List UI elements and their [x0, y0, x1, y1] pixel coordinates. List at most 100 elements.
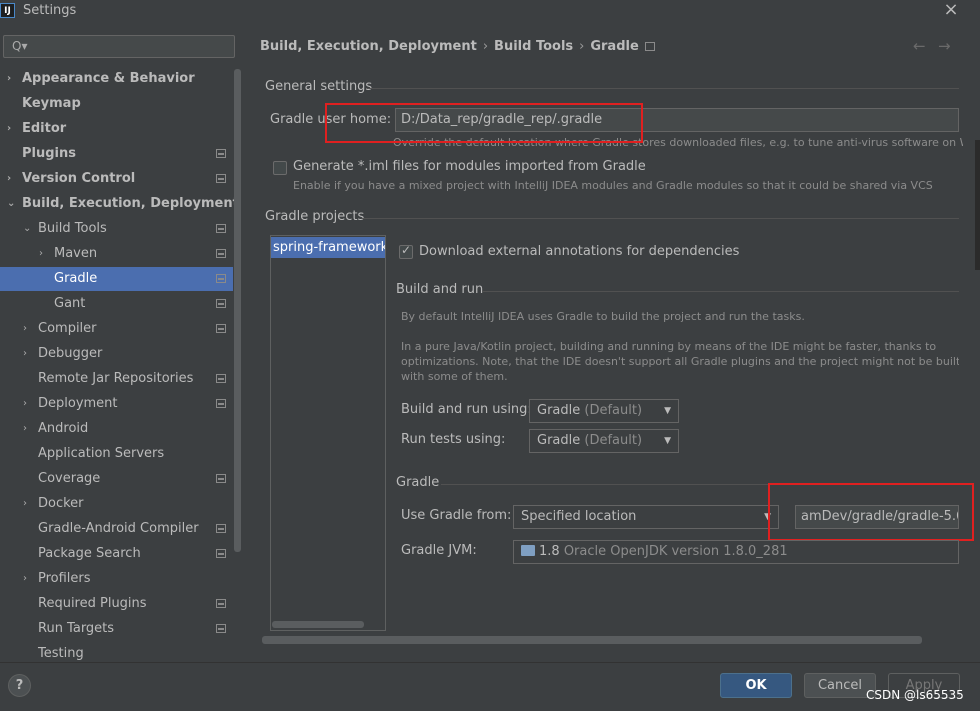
search-icon: Q▾ — [12, 39, 28, 53]
chevron-down-icon[interactable]: ⌄ — [23, 217, 31, 241]
build-and-run-title: Build and run — [396, 282, 484, 297]
sidebar-item-label: Run Targets — [38, 621, 115, 636]
project-scope-icon — [216, 224, 226, 233]
sidebar-item-maven[interactable]: › Maven — [0, 242, 233, 266]
sidebar-item-label: Package Search — [38, 546, 141, 561]
use-gradle-from-select[interactable]: Specified location ▼ — [513, 505, 779, 529]
background-window-edge — [975, 140, 980, 270]
chevron-right-icon[interactable]: › — [23, 317, 27, 341]
chevron-right-icon[interactable]: › — [39, 242, 43, 266]
download-annotations-label: Download external annotations for depend… — [419, 244, 740, 259]
build-run-using-select[interactable]: Gradle (Default) ▼ — [529, 399, 679, 423]
sidebar-item-android[interactable]: › Android — [0, 417, 233, 441]
sidebar-item-version-control[interactable]: › Version Control — [0, 167, 233, 191]
settings-search-input[interactable]: Q▾ — [3, 35, 235, 58]
chevron-right-icon[interactable]: › — [23, 567, 27, 591]
sidebar-item-label: Debugger — [38, 346, 103, 361]
use-gradle-from-value: Specified location — [521, 509, 637, 524]
project-scope-icon — [644, 42, 655, 51]
sidebar-item-application-servers[interactable]: Application Servers — [0, 442, 233, 466]
sidebar-item-label: Android — [38, 421, 89, 436]
download-annotations-checkbox[interactable] — [399, 243, 413, 259]
chevron-right-icon[interactable]: › — [7, 67, 11, 91]
gradle-jvm-select[interactable]: 1.8 Oracle OpenJDK version 1.8.0_281 — [513, 540, 959, 564]
sidebar-item-run-targets[interactable]: Run Targets — [0, 617, 233, 641]
run-tests-using-default: (Default) — [584, 433, 643, 448]
sidebar-scrollbar[interactable] — [234, 69, 241, 552]
sidebar-item-gradle[interactable]: Gradle — [0, 267, 233, 291]
chevron-right-icon[interactable]: › — [7, 167, 11, 191]
project-scope-icon — [216, 274, 226, 283]
sidebar-item-build-execution-deployment[interactable]: ⌄ Build, Execution, Deployment — [0, 192, 239, 216]
sidebar-item-debugger[interactable]: › Debugger — [0, 342, 233, 366]
sidebar-item-label: Required Plugins — [38, 596, 147, 611]
gradle-project-item[interactable]: spring-framework-5 — [271, 237, 385, 258]
project-scope-icon — [216, 399, 226, 408]
sidebar-item-coverage[interactable]: Coverage — [0, 467, 233, 491]
project-scope-icon — [216, 474, 226, 483]
section-divider — [367, 88, 959, 89]
forward-arrow-icon[interactable]: → — [938, 37, 951, 55]
general-settings-title: General settings — [265, 79, 373, 94]
sidebar-item-gant[interactable]: Gant — [0, 292, 233, 316]
chevron-right-icon[interactable]: › — [7, 117, 11, 141]
project-scope-icon — [216, 249, 226, 258]
csdn-watermark: CSDN @ls65535 — [866, 688, 964, 702]
folder-icon — [521, 545, 535, 556]
build-and-run-hint: with some of them. — [401, 370, 508, 383]
run-tests-using-select[interactable]: Gradle (Default) ▼ — [529, 429, 679, 453]
project-scope-icon — [216, 524, 226, 533]
sidebar-item-build-tools[interactable]: ⌄ Build Tools — [0, 217, 233, 241]
gradle-jvm-detail: Oracle OpenJDK version 1.8.0_281 — [563, 544, 788, 559]
project-scope-icon — [216, 549, 226, 558]
close-icon[interactable]: × — [942, 0, 960, 20]
chevron-right-icon[interactable]: › — [23, 392, 27, 416]
sidebar-item-compiler[interactable]: › Compiler — [0, 317, 233, 341]
sidebar-item-package-search[interactable]: Package Search — [0, 542, 233, 566]
build-and-run-hint: In a pure Java/Kotlin project, building … — [401, 340, 937, 353]
generate-iml-checkbox[interactable] — [273, 161, 287, 175]
sidebar-item-label: Editor — [22, 121, 67, 136]
sidebar-item-label: Plugins — [22, 146, 76, 161]
help-button[interactable]: ? — [8, 674, 31, 697]
chevron-right-icon[interactable]: › — [23, 492, 27, 516]
back-arrow-icon[interactable]: ← — [913, 37, 926, 55]
sidebar-item-editor[interactable]: › Editor — [0, 117, 233, 141]
sidebar-item-gradle-android-compiler[interactable]: Gradle-Android Compiler — [0, 517, 233, 541]
sidebar-item-label: Coverage — [38, 471, 101, 486]
sidebar-item-keymap[interactable]: Keymap — [0, 92, 233, 116]
annotation-highlight-user-home — [325, 103, 643, 143]
chevron-right-icon[interactable]: › — [23, 417, 27, 441]
run-tests-using-label: Run tests using: — [401, 432, 506, 447]
annotation-highlight-gradle-location — [768, 483, 974, 541]
sidebar-item-remote-jar-repositories[interactable]: Remote Jar Repositories — [0, 367, 233, 391]
gradle-projects-list[interactable] — [270, 235, 386, 631]
generate-iml-label: Generate *.iml files for modules importe… — [293, 159, 646, 174]
project-scope-icon — [216, 299, 226, 308]
sidebar-item-profilers[interactable]: › Profilers — [0, 567, 233, 591]
window-title: Settings — [23, 3, 77, 18]
sidebar-item-appearance-behavior[interactable]: › Appearance & Behavior — [0, 67, 233, 91]
chevron-down-icon[interactable]: ⌄ — [7, 192, 15, 216]
sidebar-item-required-plugins[interactable]: Required Plugins — [0, 592, 233, 616]
project-scope-icon — [216, 599, 226, 608]
sidebar-item-label: Gant — [54, 296, 86, 311]
content-horizontal-scrollbar[interactable] — [262, 636, 922, 644]
breadcrumb-item: Gradle — [590, 39, 639, 54]
projects-list-scrollbar[interactable] — [272, 621, 364, 628]
dropdown-arrow-icon: ▼ — [664, 406, 671, 416]
breadcrumb-item: Build Tools — [494, 39, 574, 54]
sidebar-item-deployment[interactable]: › Deployment — [0, 392, 233, 416]
use-gradle-from-label: Use Gradle from: — [401, 508, 512, 523]
build-and-run-hint: optimizations. Note, that the IDE doesn'… — [401, 355, 959, 368]
breadcrumb: Build, Execution, Deployment › Build Tools… — [260, 39, 661, 54]
ok-button[interactable]: OK — [720, 673, 792, 698]
sidebar-item-label: Maven — [54, 246, 98, 261]
sidebar-item-label: Gradle — [54, 271, 98, 286]
build-run-using-default: (Default) — [584, 403, 643, 418]
sidebar-item-plugins[interactable]: Plugins — [0, 142, 233, 166]
sidebar-item-label: Version Control — [22, 171, 136, 186]
sidebar-item-docker[interactable]: › Docker — [0, 492, 233, 516]
title-bar — [0, 0, 980, 24]
chevron-right-icon[interactable]: › — [23, 342, 27, 366]
